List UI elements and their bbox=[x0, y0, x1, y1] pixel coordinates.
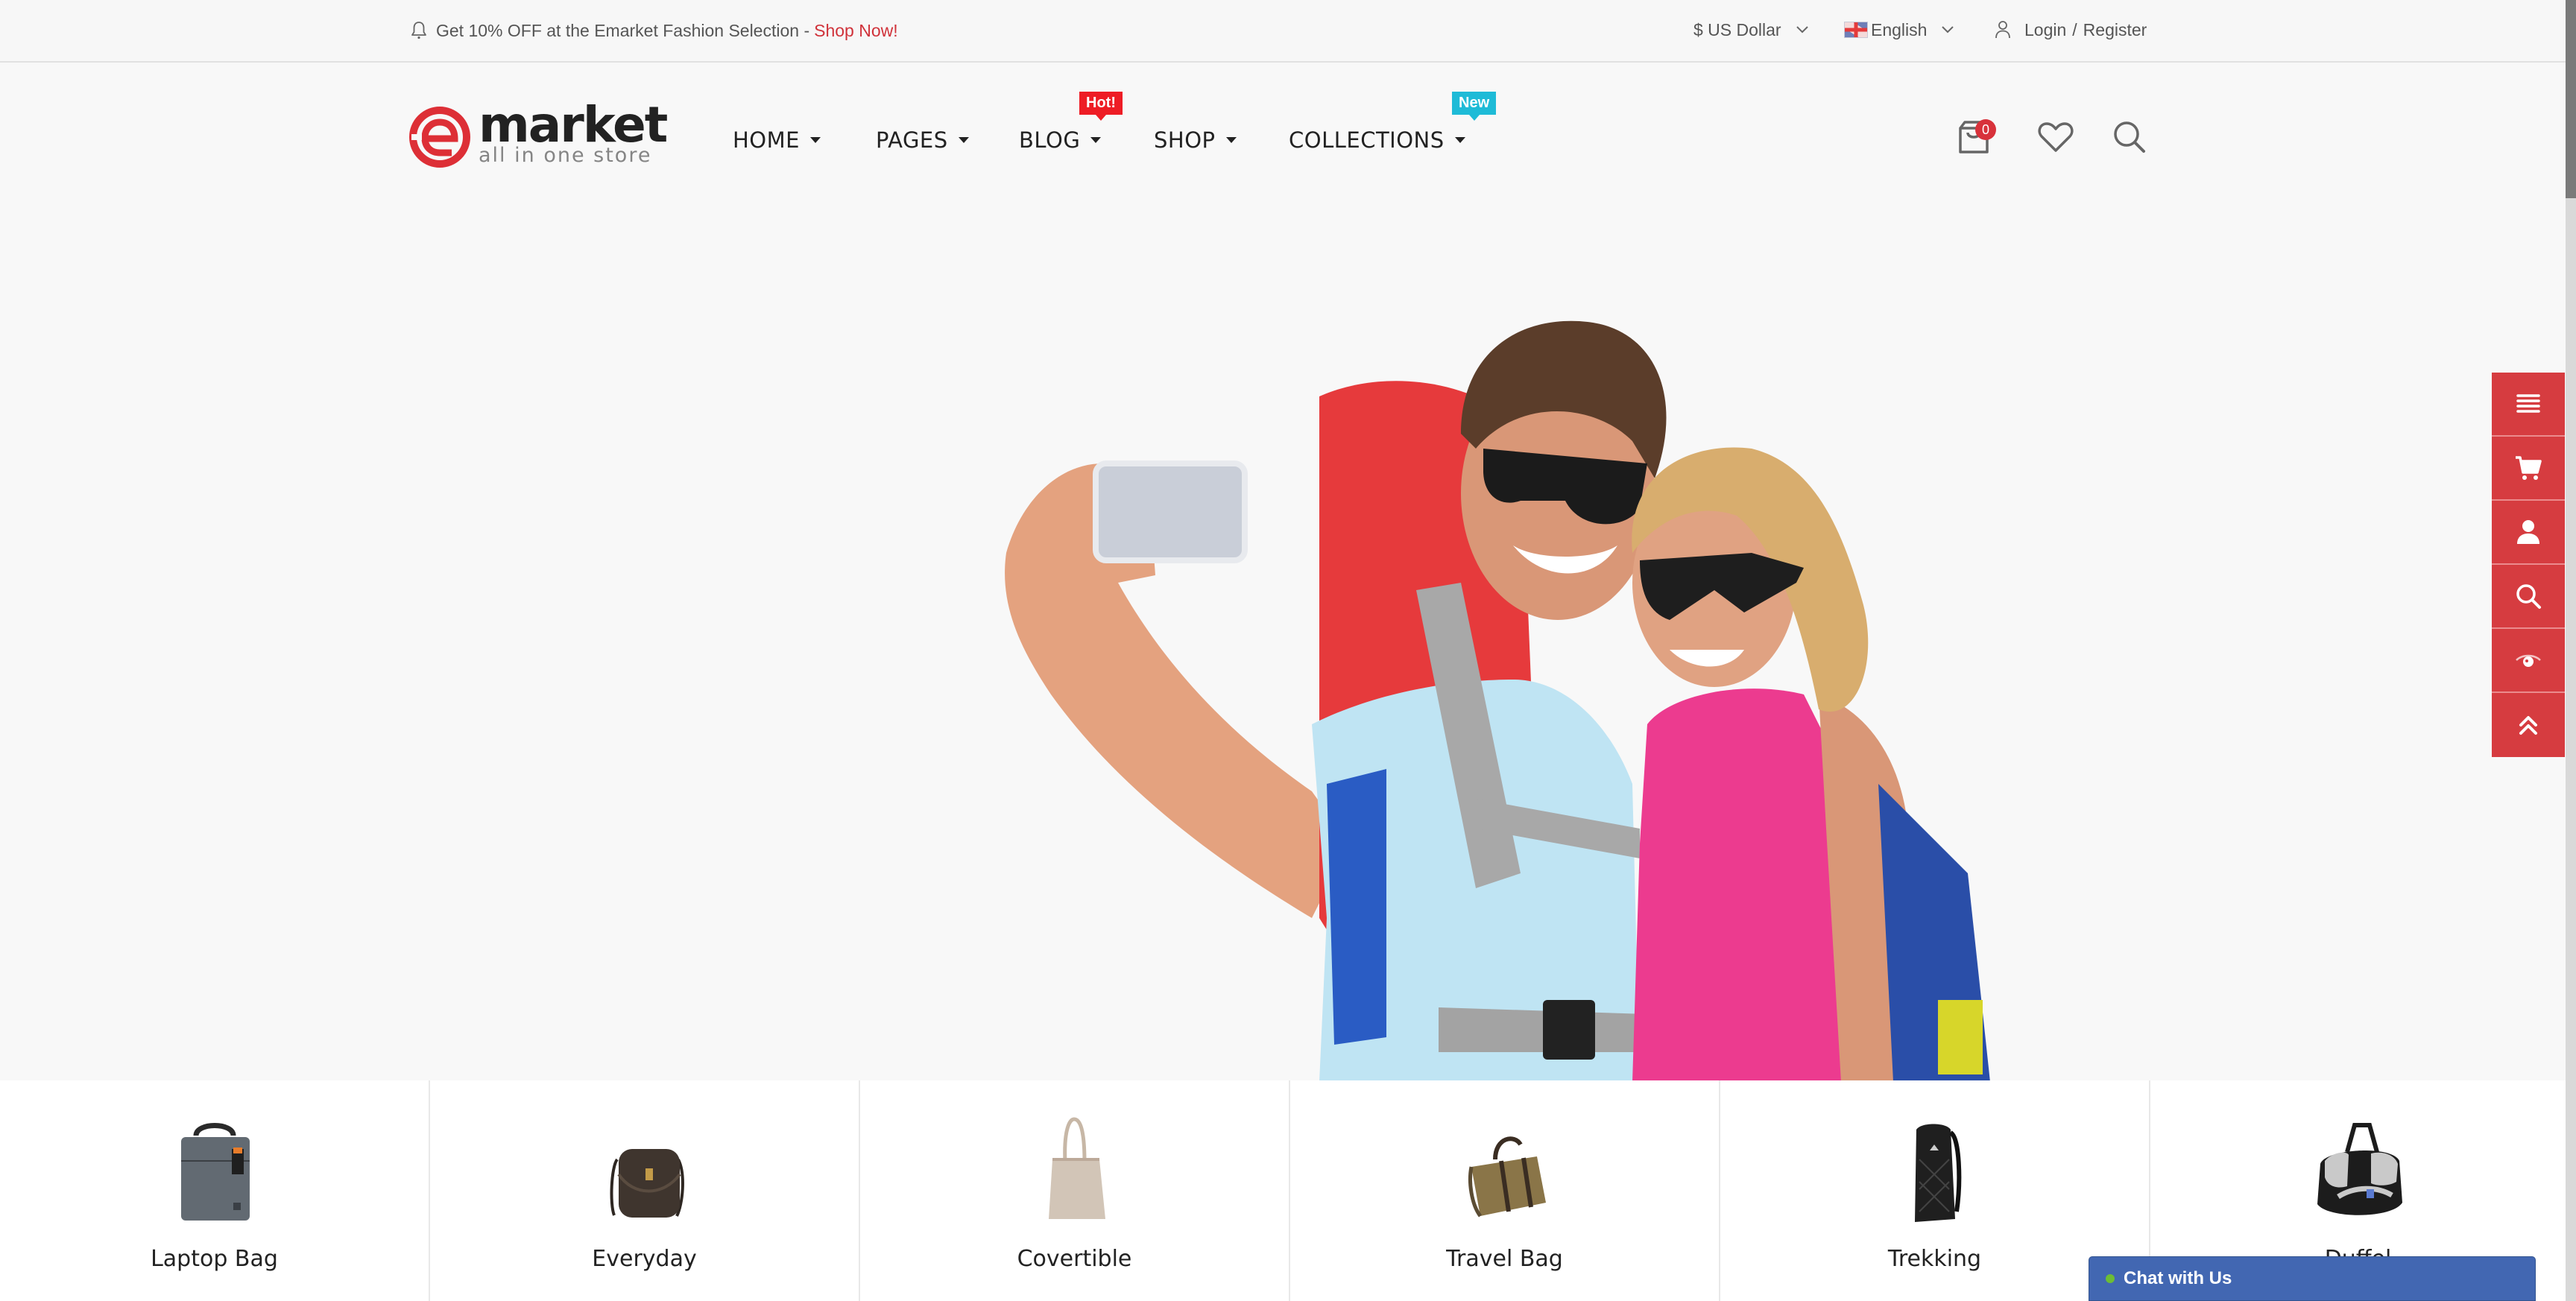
user-icon bbox=[1995, 21, 2010, 39]
eye-icon bbox=[2516, 654, 2541, 667]
caret-down-icon bbox=[809, 137, 821, 143]
nav-home-label: HOME bbox=[733, 127, 800, 153]
nav-collections[interactable]: COLLECTIONS bbox=[1289, 119, 1465, 161]
cart-icon bbox=[2516, 456, 2542, 480]
cart-button[interactable]: 0 bbox=[1953, 116, 1996, 158]
side-search-button[interactable] bbox=[2492, 565, 2565, 629]
trekking-backpack-image bbox=[1914, 1124, 1961, 1222]
chat-widget[interactable]: Chat with Us bbox=[2089, 1256, 2536, 1301]
duffel-bag-image bbox=[2317, 1123, 2402, 1215]
caret-down-icon bbox=[1454, 137, 1465, 143]
side-cart-button[interactable] bbox=[2492, 437, 2565, 501]
search-icon bbox=[2114, 121, 2145, 153]
nav-pages[interactable]: PAGES bbox=[876, 119, 969, 161]
shop-now-link[interactable]: Shop Now! bbox=[814, 21, 898, 41]
side-menu-button[interactable] bbox=[2492, 373, 2565, 437]
menu-icon bbox=[2516, 394, 2540, 413]
category-label: Everyday bbox=[592, 1246, 697, 1272]
double-chevron-up-icon bbox=[2519, 716, 2537, 735]
currency-selector[interactable]: $ US Dollar bbox=[1693, 16, 1808, 43]
top-bar: Get 10% OFF at the Emarket Fashion Selec… bbox=[0, 0, 2566, 63]
category-label: Covertible bbox=[1017, 1246, 1132, 1272]
logo-tagline: all in one store bbox=[479, 144, 652, 167]
register-link[interactable]: Register bbox=[2083, 20, 2147, 40]
category-label: Laptop Bag bbox=[151, 1246, 278, 1272]
floating-toolbar bbox=[2492, 373, 2565, 757]
everyday-bag-image bbox=[610, 1149, 684, 1218]
caret-down-icon bbox=[1225, 137, 1237, 143]
currency-value: $ US Dollar bbox=[1693, 19, 1781, 39]
category-label: Travel Bag bbox=[1446, 1246, 1563, 1272]
category-travel-bag[interactable]: Travel Bag bbox=[1290, 1080, 1720, 1301]
emarket-logo-icon bbox=[409, 107, 470, 168]
bell-icon bbox=[411, 22, 426, 39]
hero-couple-selfie-image bbox=[1005, 320, 1990, 1080]
category-everyday[interactable]: Everyday bbox=[430, 1080, 860, 1301]
nav-blog-label: BLOG bbox=[1019, 127, 1081, 153]
laptop-bag-image bbox=[180, 1123, 250, 1221]
page-scrollbar[interactable] bbox=[2566, 0, 2576, 1301]
category-trekking[interactable]: Trekking bbox=[1720, 1080, 2150, 1301]
login-link[interactable]: Login bbox=[2024, 20, 2066, 40]
nav-shop-label: SHOP bbox=[1154, 127, 1216, 153]
search-button[interactable] bbox=[2109, 116, 2150, 158]
caret-down-icon bbox=[1090, 137, 1102, 143]
nav-blog[interactable]: BLOG bbox=[1019, 119, 1102, 161]
nav-home[interactable]: HOME bbox=[733, 119, 821, 161]
online-status-dot bbox=[2106, 1274, 2115, 1283]
language-selector[interactable]: English bbox=[1844, 16, 1954, 43]
wishlist-button[interactable] bbox=[2035, 116, 2077, 158]
chat-label: Chat with Us bbox=[2124, 1268, 2232, 1288]
scrollbar-thumb[interactable] bbox=[2566, 0, 2576, 198]
covertible-bag-image bbox=[1048, 1117, 1105, 1219]
category-covertible[interactable]: Covertible bbox=[860, 1080, 1290, 1301]
nav-pages-label: PAGES bbox=[876, 127, 948, 153]
nav-collections-label: COLLECTIONS bbox=[1289, 127, 1445, 153]
travel-bag-image bbox=[1468, 1136, 1546, 1218]
heart-icon bbox=[2038, 122, 2074, 152]
side-account-button[interactable] bbox=[2492, 501, 2565, 565]
caret-down-icon bbox=[958, 137, 969, 143]
category-laptop-bag[interactable]: Laptop Bag bbox=[0, 1080, 430, 1301]
side-recently-viewed-button[interactable] bbox=[2492, 629, 2565, 693]
cart-count-badge: 0 bbox=[1975, 119, 1996, 140]
nav-shop[interactable]: SHOP bbox=[1154, 119, 1237, 161]
side-scroll-top-button[interactable] bbox=[2492, 693, 2565, 757]
hot-badge: Hot! bbox=[1079, 92, 1123, 121]
separator: / bbox=[2072, 19, 2077, 39]
uk-flag-icon bbox=[1844, 22, 1868, 38]
new-badge: New bbox=[1452, 92, 1497, 121]
user-icon bbox=[2517, 520, 2539, 544]
promo-text: Get 10% OFF at the Emarket Fashion Selec… bbox=[436, 20, 810, 40]
hero-banner[interactable] bbox=[0, 195, 2566, 1080]
chevron-down-icon bbox=[1942, 26, 1954, 34]
account-links: Login / Register bbox=[1995, 16, 2147, 43]
language-value: English bbox=[1871, 19, 1928, 39]
category-label: Trekking bbox=[1887, 1246, 1982, 1272]
site-logo[interactable]: market all in one store bbox=[408, 98, 668, 170]
promo-banner: Get 10% OFF at the Emarket Fashion Selec… bbox=[411, 18, 898, 43]
search-icon bbox=[2516, 584, 2541, 609]
chevron-down-icon bbox=[1796, 26, 1808, 34]
